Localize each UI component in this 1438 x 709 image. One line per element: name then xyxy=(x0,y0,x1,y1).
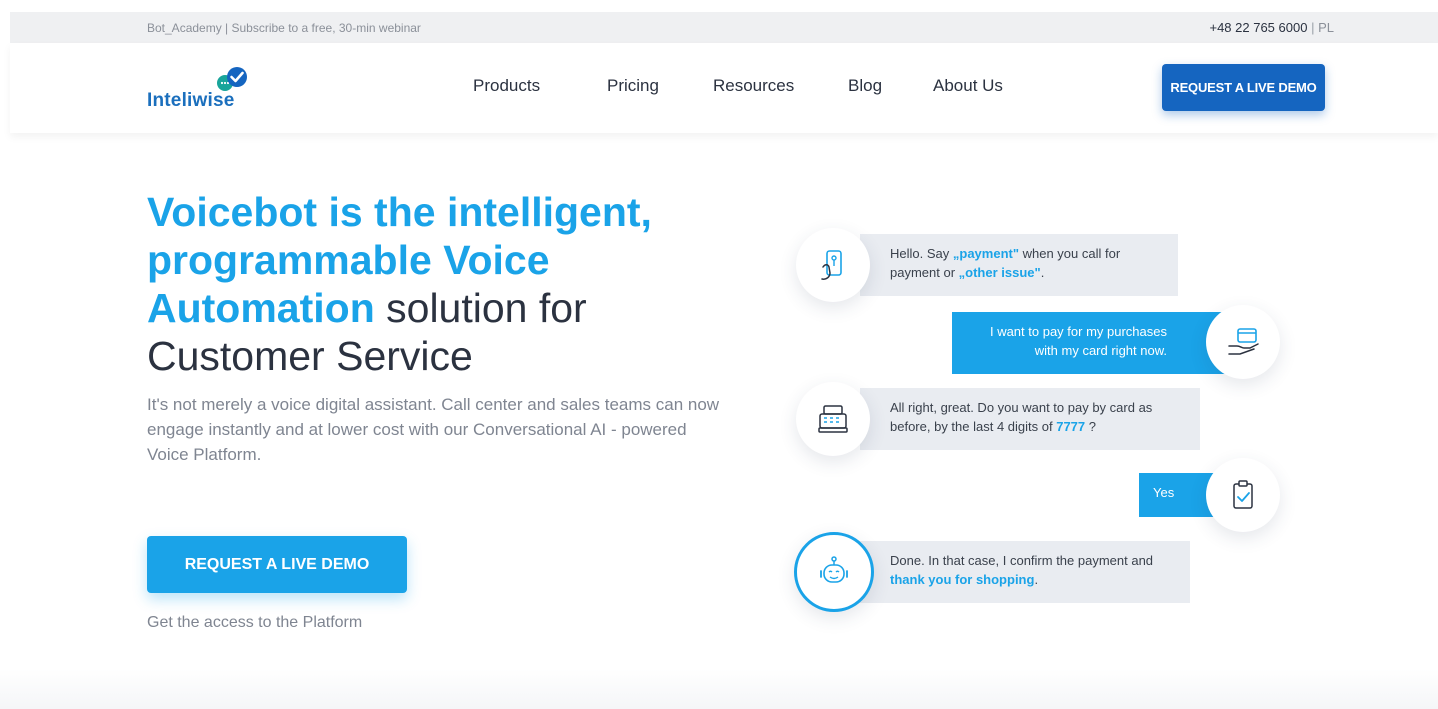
request-demo-header-button[interactable]: REQUEST A LIVE DEMO xyxy=(1162,64,1325,111)
phone-hand-icon xyxy=(821,250,842,280)
msg5-thanks: thank you for shopping xyxy=(890,572,1035,587)
logo-text: Inteliwise xyxy=(147,90,235,111)
chat-message-user-1: I want to pay for my purchases with my c… xyxy=(952,312,1227,374)
hero-title-line1: Voicebot is the intelligent, xyxy=(147,189,652,235)
cash-register-icon xyxy=(818,405,848,433)
hero-title-line3-highlight: Automation xyxy=(147,285,375,331)
chat-message-bot-3: Done. In that case, I confirm the paymen… xyxy=(860,541,1190,603)
cta-note: Get the access to the Platform xyxy=(147,614,363,631)
msg1-part: . xyxy=(1040,265,1045,280)
nav-blog[interactable]: Blog xyxy=(848,76,882,96)
phone-number[interactable]: +48 22 765 6000 xyxy=(1209,20,1307,35)
msg3-card-digits: 7777 xyxy=(1056,419,1086,434)
hero-title-line2: programmable Voice xyxy=(147,237,550,283)
robot-icon xyxy=(820,556,848,583)
hero-title-line4: Customer Service xyxy=(147,333,473,379)
hero-subtitle: It's not merely a voice digital assistan… xyxy=(147,395,720,464)
page: Bot_Academy | Subscribe to a free, 30-mi… xyxy=(0,0,1438,709)
msg3-part: All right, great. Do you want to pay by … xyxy=(890,400,1153,434)
top-bar: Bot_Academy | Subscribe to a free, 30-mi… xyxy=(10,12,1438,43)
chat-message-bot-1: Hello. Say „payment" when you call for p… xyxy=(860,234,1178,296)
msg1-keyword-payment: „payment" xyxy=(952,246,1019,261)
msg5-part: . xyxy=(1034,572,1039,587)
nav-products[interactable]: Products xyxy=(473,76,540,96)
avatar-cash-register xyxy=(796,382,870,456)
logo[interactable]: Inteliwise xyxy=(147,67,257,113)
nav-about-us[interactable]: About Us xyxy=(933,76,1003,96)
language-switch[interactable]: PL xyxy=(1318,20,1334,35)
avatar-bot xyxy=(794,532,874,612)
request-demo-hero-button[interactable]: REQUEST A LIVE DEMO xyxy=(147,536,407,593)
hero-title: Voicebot is the intelligent, programmabl… xyxy=(147,188,747,380)
avatar-phone xyxy=(796,228,870,302)
site-header: Inteliwise Products Pricing Resources Bl… xyxy=(10,43,1438,133)
chat-message-bot-2: All right, great. Do you want to pay by … xyxy=(860,388,1200,450)
msg5-part: Done. In that case, I confirm the paymen… xyxy=(890,553,1154,568)
card-payment-icon xyxy=(1228,328,1259,355)
nav-pricing[interactable]: Pricing xyxy=(607,76,659,96)
nav-resources[interactable]: Resources xyxy=(713,76,794,96)
hero-title-line3-rest: solution for xyxy=(374,285,587,331)
msg1-part: Hello. Say xyxy=(890,246,953,261)
webinar-promo-link[interactable]: Bot_Academy | Subscribe to a free, 30-mi… xyxy=(147,21,421,35)
section-fade xyxy=(0,669,1438,709)
avatar-clipboard xyxy=(1206,458,1280,532)
msg1-keyword-other-issue: „other issue" xyxy=(958,265,1041,280)
msg3-part: ? xyxy=(1085,419,1096,434)
avatar-card-hand xyxy=(1206,305,1280,379)
separator: | xyxy=(1311,20,1315,35)
clipboard-check-icon xyxy=(1233,480,1253,509)
contact-lang: +48 22 765 6000 | PL xyxy=(1209,20,1334,35)
